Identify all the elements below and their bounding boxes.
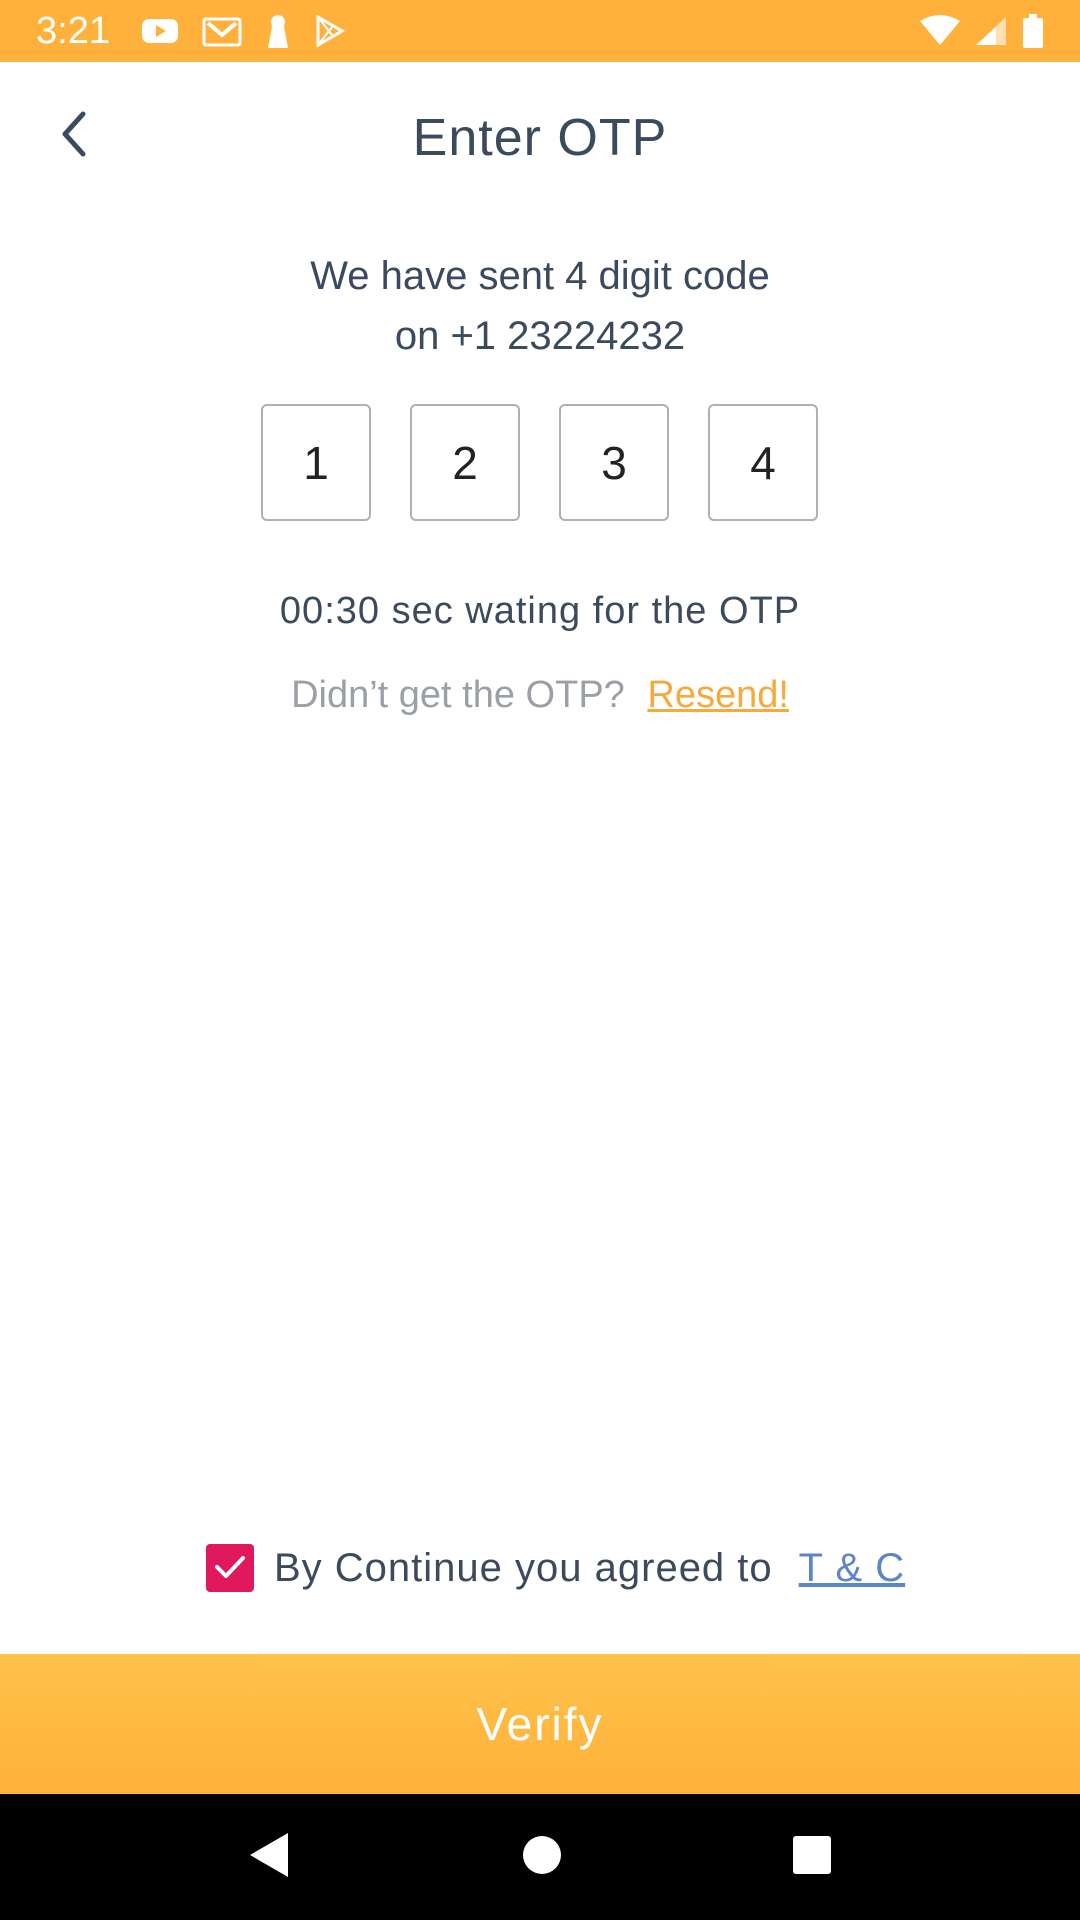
terms-link[interactable]: T & C bbox=[799, 1546, 906, 1591]
battery-icon bbox=[1022, 14, 1044, 48]
signal-icon bbox=[974, 15, 1008, 47]
page-title: Enter OTP bbox=[412, 109, 668, 167]
otp-screen: 3:21 Enter OTP We have sent 4 digit code… bbox=[0, 0, 1080, 1920]
checkmark-icon bbox=[213, 1546, 247, 1591]
otp-info-line1: We have sent 4 digit code bbox=[310, 254, 770, 298]
keyhole-icon bbox=[266, 14, 290, 48]
gmail-icon bbox=[202, 15, 242, 47]
play-store-icon bbox=[314, 15, 346, 47]
recents-square-icon bbox=[792, 1835, 832, 1880]
nav-recents-button[interactable] bbox=[792, 1835, 832, 1880]
resend-row: Didn’t get the OTP? Resend! bbox=[0, 674, 1080, 717]
otp-info-phone: on +1 23224232 bbox=[394, 314, 686, 358]
otp-timer: 00:30 sec wating for the OTP bbox=[279, 590, 801, 632]
status-time: 3:21 bbox=[36, 9, 110, 52]
resend-link[interactable]: Resend! bbox=[647, 674, 789, 716]
youtube-icon bbox=[141, 17, 178, 45]
otp-digit-2[interactable]: 2 bbox=[410, 404, 520, 521]
nav-home-button[interactable] bbox=[522, 1835, 562, 1880]
otp-digit-3[interactable]: 3 bbox=[559, 404, 669, 521]
back-triangle-icon bbox=[248, 1831, 292, 1884]
nav-back-button[interactable] bbox=[248, 1831, 292, 1884]
terms-checkbox[interactable] bbox=[206, 1544, 254, 1592]
otp-digit-4[interactable]: 4 bbox=[708, 404, 818, 521]
terms-row: By Continue you agreed to T & C bbox=[206, 1544, 905, 1592]
wifi-icon bbox=[920, 15, 960, 47]
otp-digit-1[interactable]: 1 bbox=[261, 404, 371, 521]
navigation-bar bbox=[0, 1794, 1080, 1920]
home-circle-icon bbox=[522, 1835, 562, 1880]
status-left: 3:21 bbox=[36, 10, 346, 53]
resend-prompt: Didn’t get the OTP? bbox=[291, 674, 625, 716]
terms-text: By Continue you agreed to bbox=[274, 1545, 773, 1590]
verify-button[interactable]: Verify bbox=[0, 1654, 1080, 1794]
otp-input-group: 1 2 3 4 bbox=[261, 404, 818, 521]
status-right bbox=[920, 14, 1044, 48]
verify-label: Verify bbox=[476, 1698, 604, 1750]
otp-info: We have sent 4 digit code on +1 23224232 bbox=[0, 246, 1080, 366]
status-bar: 3:21 bbox=[0, 0, 1080, 62]
